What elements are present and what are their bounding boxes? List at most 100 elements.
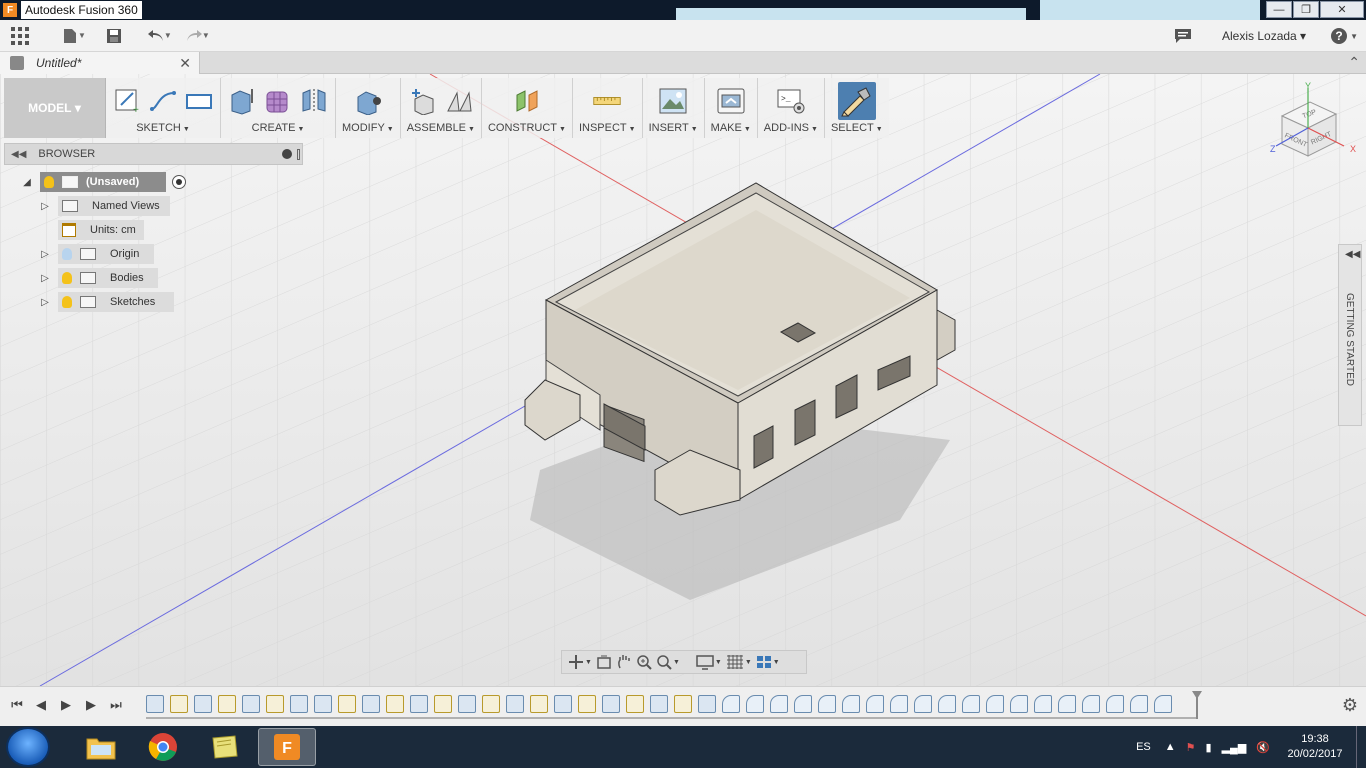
select-group[interactable]: SELECT ▼ xyxy=(825,78,889,138)
inspect-group[interactable]: INSPECT ▼ xyxy=(573,78,643,138)
timeline-feature[interactable] xyxy=(218,695,236,713)
timeline-feature[interactable] xyxy=(1058,695,1076,713)
timeline-feature[interactable] xyxy=(938,695,956,713)
tree-root-row[interactable]: ◢ (Unsaved) xyxy=(20,172,186,192)
minimize-button[interactable]: — xyxy=(1266,1,1292,18)
step-forward-button[interactable]: ▶ xyxy=(57,696,75,714)
insert-image-icon[interactable] xyxy=(658,86,688,116)
timeline-feature[interactable] xyxy=(770,695,788,713)
step-back-button[interactable]: ◀ xyxy=(32,696,50,714)
help-button[interactable]: ? ▼ xyxy=(1330,27,1358,45)
construct-group[interactable]: CONSTRUCT ▼ xyxy=(482,78,573,138)
timeline-feature[interactable] xyxy=(698,695,716,713)
timeline-feature[interactable] xyxy=(578,695,596,713)
timeline-feature[interactable] xyxy=(482,695,500,713)
timeline-feature[interactable] xyxy=(1154,695,1172,713)
timeline-feature[interactable] xyxy=(842,695,860,713)
timeline-feature[interactable] xyxy=(410,695,428,713)
visibility-bulb-icon[interactable] xyxy=(44,176,54,188)
timeline-feature[interactable] xyxy=(914,695,932,713)
tree-item-units[interactable]: Units: cm xyxy=(58,220,144,240)
sketches-node[interactable]: Sketches xyxy=(58,292,174,312)
canvas-viewport[interactable] xyxy=(0,74,1366,686)
volume-muted-icon[interactable]: 🔇 xyxy=(1256,741,1270,754)
extrude-icon[interactable] xyxy=(227,86,257,116)
timeline-feature[interactable] xyxy=(794,695,812,713)
start-button[interactable] xyxy=(6,727,50,767)
document-tab[interactable]: Untitled* ✕ xyxy=(0,52,200,74)
close-window-button[interactable]: ✕ xyxy=(1320,1,1364,18)
timeline-feature[interactable] xyxy=(1010,695,1028,713)
expand-named-views-icon[interactable]: ▷ xyxy=(38,199,52,213)
mirror-icon[interactable] xyxy=(299,86,329,116)
zoom-button[interactable] xyxy=(636,654,652,670)
network-blocked-icon[interactable]: ⚑ xyxy=(1186,741,1196,754)
fit-button[interactable]: ▼ xyxy=(656,654,680,670)
timeline-feature[interactable] xyxy=(962,695,980,713)
pan-button[interactable] xyxy=(616,654,632,670)
save-button[interactable] xyxy=(100,22,128,50)
create-group[interactable]: CREATE ▼ xyxy=(221,78,336,138)
timeline-settings-icon[interactable]: ⚙ xyxy=(1342,695,1358,716)
expand-bodies-icon[interactable]: ▷ xyxy=(38,271,52,285)
3d-print-icon[interactable] xyxy=(716,86,746,116)
tree-item-named-views[interactable]: ▷ Named Views xyxy=(38,196,170,216)
rectangle-icon[interactable] xyxy=(184,86,214,116)
pin-browser-icon[interactable] xyxy=(297,149,300,160)
signal-icon[interactable]: ▂▄▆ xyxy=(1222,741,1247,754)
named-views-node[interactable]: Named Views xyxy=(58,196,170,216)
units-node[interactable]: Units: cm xyxy=(58,220,144,240)
viewcube[interactable]: TOP FRONT RIGHT Y X Z xyxy=(1268,80,1358,170)
timeline-feature[interactable] xyxy=(554,695,572,713)
timeline-feature[interactable] xyxy=(746,695,764,713)
timeline-feature[interactable] xyxy=(434,695,452,713)
timeline-marker[interactable] xyxy=(1192,691,1202,719)
tree-item-sketches[interactable]: ▷ Sketches xyxy=(38,292,174,312)
show-desktop-button[interactable] xyxy=(1356,726,1366,768)
device-icon[interactable]: ▮ xyxy=(1206,741,1212,754)
timeline-feature[interactable] xyxy=(650,695,668,713)
workspace-switcher[interactable]: MODEL ▾ xyxy=(4,78,106,138)
show-hidden-icons-icon[interactable]: ▲ xyxy=(1165,741,1176,753)
timeline-feature[interactable] xyxy=(626,695,644,713)
tree-item-bodies[interactable]: ▷ Bodies xyxy=(38,268,158,288)
getting-started-panel[interactable]: ◀◀ GETTING STARTED xyxy=(1338,244,1362,426)
expand-sketches-icon[interactable]: ▷ xyxy=(38,295,52,309)
visibility-bulb-icon[interactable] xyxy=(62,248,72,260)
maximize-button[interactable]: ❐ xyxy=(1293,1,1319,18)
timeline-feature[interactable] xyxy=(290,695,308,713)
close-tab-button[interactable]: ✕ xyxy=(179,55,191,72)
go-to-start-button[interactable]: ⏮ xyxy=(8,696,26,714)
timeline-feature[interactable] xyxy=(266,695,284,713)
timeline-feature[interactable] xyxy=(602,695,620,713)
visibility-bulb-icon[interactable] xyxy=(62,296,72,308)
timeline-feature[interactable] xyxy=(242,695,260,713)
user-account-menu[interactable]: Alexis Lozada ▾ xyxy=(1222,29,1306,43)
timeline-feature[interactable] xyxy=(362,695,380,713)
root-component-node[interactable]: (Unsaved) xyxy=(40,172,166,192)
measure-icon[interactable] xyxy=(592,86,622,116)
timeline-feature[interactable] xyxy=(314,695,332,713)
expand-panel-icon[interactable]: ◀◀ xyxy=(1345,249,1360,260)
timeline-feature[interactable] xyxy=(458,695,476,713)
make-group[interactable]: MAKE ▼ xyxy=(705,78,758,138)
timeline-feature[interactable] xyxy=(1034,695,1052,713)
timeline-feature[interactable] xyxy=(674,695,692,713)
select-icon[interactable] xyxy=(837,82,876,120)
collapse-arrow-icon[interactable]: ⌃ xyxy=(1348,54,1360,71)
browser-panel-header[interactable]: ◀◀ BROWSER xyxy=(4,143,303,165)
grid-settings-button[interactable]: ▼ xyxy=(726,654,752,670)
data-panel-button[interactable] xyxy=(6,22,34,50)
new-component-icon[interactable] xyxy=(408,86,438,116)
orbit-button[interactable]: ▼ xyxy=(568,654,592,670)
language-indicator[interactable]: ES xyxy=(1136,741,1151,753)
scripts-icon[interactable]: >_ xyxy=(776,86,806,116)
timeline-feature[interactable] xyxy=(722,695,740,713)
sketch-group[interactable]: + SKETCH ▼ xyxy=(106,78,221,138)
assemble-group[interactable]: ASSEMBLE ▼ xyxy=(401,78,482,138)
bodies-node[interactable]: Bodies xyxy=(58,268,158,288)
origin-node[interactable]: Origin xyxy=(58,244,154,264)
taskbar-fusion360[interactable]: F xyxy=(258,728,316,766)
timeline-feature[interactable] xyxy=(818,695,836,713)
timeline-feature[interactable] xyxy=(530,695,548,713)
